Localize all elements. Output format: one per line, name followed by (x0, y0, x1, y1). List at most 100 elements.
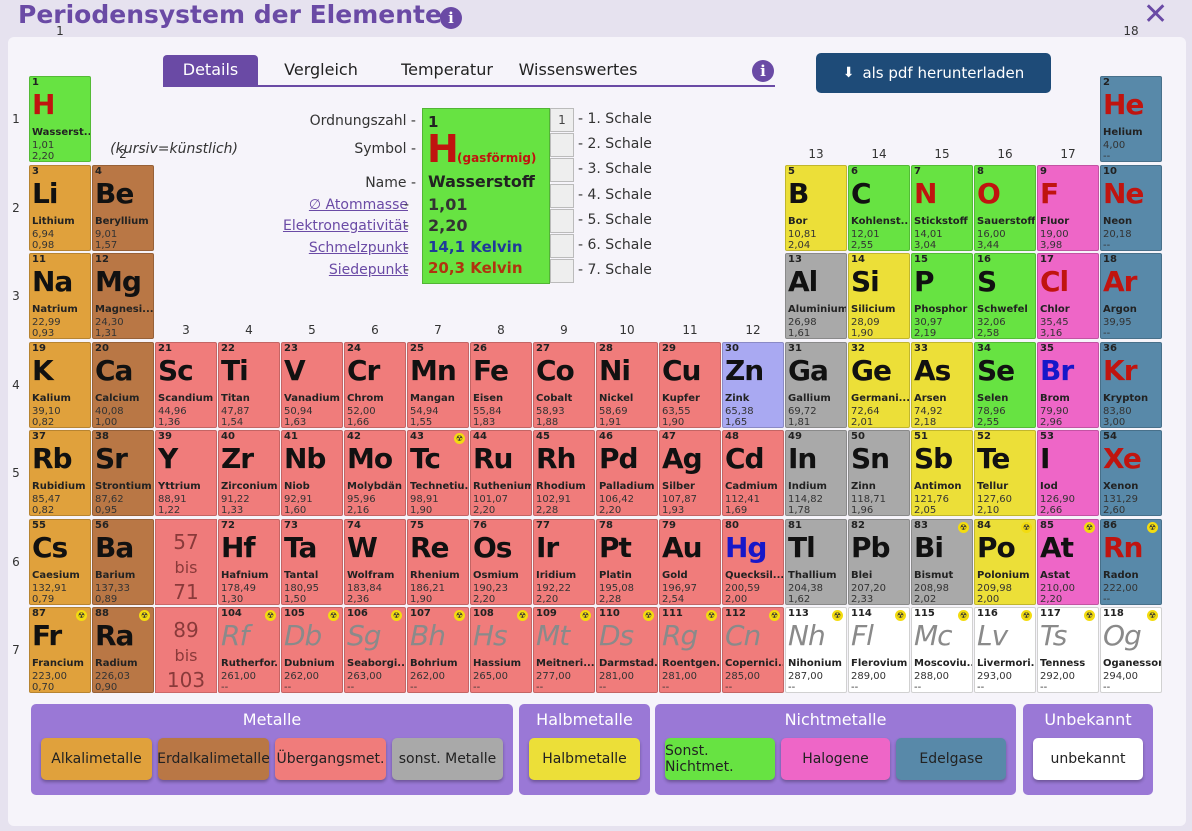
element-cell[interactable]: 9 F Fluor 19,00 3,98 (1037, 164, 1099, 251)
element-cell[interactable]: 38 Sr Strontium 87,62 0,95 (92, 430, 154, 516)
element-cell[interactable]: 32 Ge Germani... 72,64 2,01 (848, 341, 910, 428)
element-cell[interactable]: 76 Os Osmium 190,23 2,20 (470, 518, 532, 605)
element-cell[interactable]: 31 Ga Gallium 69,72 1,81 (785, 341, 847, 428)
series-placeholder[interactable]: 89 bis 103 (155, 607, 217, 693)
element-cell[interactable]: 26 Fe Eisen 55,84 1,83 (470, 341, 532, 428)
element-cell[interactable]: 18 Ar Argon 39,95 -- (1100, 253, 1162, 339)
label-atommasse[interactable]: ∅ Atommasse (198, 197, 408, 213)
element-cell[interactable]: 6 C Kohlenst... 12,01 2,55 (848, 164, 910, 251)
element-cell[interactable]: 117 Ts Tenness 292,00 -- ☢ (1037, 607, 1099, 693)
info-icon[interactable]: i (440, 7, 462, 29)
element-cell[interactable]: 115 Mc Moscoviu... 288,00 -- ☢ (911, 607, 973, 693)
tab-wissenswertes[interactable]: Wissenswertes (515, 55, 641, 85)
element-cell[interactable]: 21 Sc Scandium 44,96 1,36 (155, 341, 217, 428)
element-cell[interactable]: 55 Cs Caesium 132,91 0,79 (29, 518, 91, 605)
element-cell[interactable]: 4 Be Beryllium 9,01 1,57 (92, 164, 154, 251)
element-cell[interactable]: 28 Ni Nickel 58,69 1,91 (596, 341, 658, 428)
element-cell[interactable]: 49 In Indium 114,82 1,78 (785, 430, 847, 516)
element-cell[interactable]: 77 Ir Iridium 192,22 2,20 (533, 518, 595, 605)
element-cell[interactable]: 73 Ta Tantal 180,95 1,50 (281, 518, 343, 605)
element-cell[interactable]: 81 Tl Thallium 204,38 1,62 (785, 518, 847, 605)
element-cell[interactable]: 84 Po Polonium 209,98 2,00 ☢ (974, 518, 1036, 605)
element-cell[interactable]: 107 Bh Bohrium 262,00 -- ☢ (407, 607, 469, 693)
tab-temperatur[interactable]: Temperatur (379, 55, 515, 85)
element-cell[interactable]: 8 O Sauerstoff 16,00 3,44 (974, 164, 1036, 251)
element-cell[interactable]: 104 Rf Rutherfor... 261,00 -- ☢ (218, 607, 280, 693)
legend-button[interactable]: unbekannt (1033, 738, 1143, 780)
element-cell[interactable]: 11 Na Natrium 22,99 0,93 (29, 253, 91, 339)
element-cell[interactable]: 109 Mt Meitneri... 277,00 -- ☢ (533, 607, 595, 693)
element-cell[interactable]: 105 Db Dubnium 262,00 -- ☢ (281, 607, 343, 693)
legend-button[interactable]: Edelgase (896, 738, 1006, 780)
legend-button[interactable]: sonst. Metalle (392, 738, 503, 780)
element-cell[interactable]: 3 Li Lithium 6,94 0,98 (29, 164, 91, 251)
element-cell[interactable]: 86 Rn Radon 222,00 -- ☢ (1100, 518, 1162, 605)
element-cell[interactable]: 43Tc Technetiu... 98,911,90 ☢ (407, 430, 469, 516)
element-cell[interactable]: 56 Ba Barium 137,33 0,89 (92, 518, 154, 605)
element-cell[interactable]: 51 Sb Antimon 121,76 2,05 (911, 430, 973, 516)
element-cell[interactable]: 14 Si Silicium 28,09 1,90 (848, 253, 910, 339)
element-cell[interactable]: 116 Lv Livermori... 293,00 -- ☢ (974, 607, 1036, 693)
element-cell[interactable]: 12 Mg Magnesi... 24,30 1,31 (92, 253, 154, 339)
element-cell[interactable]: 80 Hg Quecksil... 200,59 2,00 (722, 518, 784, 605)
legend-button[interactable]: Alkalimetalle (41, 738, 152, 780)
element-cell[interactable]: 106 Sg Seaborgi... 263,00 -- ☢ (344, 607, 406, 693)
tab-details[interactable]: Details (163, 55, 258, 85)
element-cell[interactable]: 37 Rb Rubidium 85,47 0,82 (29, 430, 91, 516)
label-siedepunkt[interactable]: Siedepunkt (198, 262, 408, 278)
element-cell[interactable]: 46 Pd Palladium 106,42 2,20 (596, 430, 658, 516)
element-cell[interactable]: 113 Nh Nihonium 287,00 -- ☢ (785, 607, 847, 693)
element-cell[interactable]: 88 Ra Radium 226,03 0,90 ☢ (92, 607, 154, 693)
element-cell[interactable]: 30 Zn Zink 65,38 1,65 (722, 341, 784, 428)
element-cell[interactable]: 39 Y Yttrium 88,91 1,22 (155, 430, 217, 516)
element-cell[interactable]: 16 S Schwefel 32,06 2,58 (974, 253, 1036, 339)
element-cell[interactable]: 72 Hf Hafnium 178,49 1,30 (218, 518, 280, 605)
element-cell[interactable]: 10 Ne Neon 20,18 -- (1100, 164, 1162, 251)
legend-button[interactable]: Sonst. Nichtmet. (665, 738, 775, 780)
legend-button[interactable]: Übergangsmet. (275, 738, 386, 780)
download-pdf-button[interactable]: ⬇ als pdf herunterladen (816, 53, 1051, 93)
element-cell[interactable]: 118 Og Oganesson 294,00 -- ☢ (1100, 607, 1162, 693)
element-cell[interactable]: 53 I Iod 126,90 2,66 (1037, 430, 1099, 516)
element-cell[interactable]: 5 B Bor 10,81 2,04 (785, 164, 847, 251)
element-cell[interactable]: 110Ds Darmstad... 281,00-- ☢ (596, 607, 658, 693)
element-cell[interactable]: 54 Xe Xenon 131,29 2,60 (1100, 430, 1162, 516)
element-cell[interactable]: 36 Kr Krypton 83,80 3,00 (1100, 341, 1162, 428)
element-cell[interactable]: 45 Rh Rhodium 102,91 2,28 (533, 430, 595, 516)
element-cell[interactable]: 44 Ru Ruthenium 101,07 2,20 (470, 430, 532, 516)
element-cell[interactable]: 35 Br Brom 79,90 2,96 (1037, 341, 1099, 428)
element-cell[interactable]: 40 Zr Zirconium 91,22 1,33 (218, 430, 280, 516)
tab-vergleich[interactable]: Vergleich (263, 55, 379, 85)
element-cell[interactable]: 19 K Kalium 39,10 0,82 (29, 341, 91, 428)
element-cell[interactable]: 114 Fl Flerovium 289,00 -- ☢ (848, 607, 910, 693)
legend-button[interactable]: Halogene (780, 738, 891, 780)
legend-button[interactable]: Halbmetalle (529, 738, 640, 780)
element-cell[interactable]: 74 W Wolfram 183,84 2,36 (344, 518, 406, 605)
element-cell[interactable]: 87 Fr Francium 223,00 0,70 ☢ (29, 607, 91, 693)
element-cell[interactable]: 7 N Stickstoff 14,01 3,04 (911, 164, 973, 251)
element-cell[interactable]: 22 Ti Titan 47,87 1,54 (218, 341, 280, 428)
element-cell[interactable]: 41 Nb Niob 92,91 1,60 (281, 430, 343, 516)
element-cell[interactable]: 83 Bi Bismut 208,98 2,02 ☢ (911, 518, 973, 605)
element-cell[interactable]: 24 Cr Chrom 52,00 1,66 (344, 341, 406, 428)
element-cell[interactable]: 50 Sn Zinn 118,71 1,96 (848, 430, 910, 516)
element-cell[interactable]: 82 Pb Blei 207,20 2,33 (848, 518, 910, 605)
element-cell[interactable]: 34 Se Selen 78,96 2,55 (974, 341, 1036, 428)
element-cell[interactable]: 42 Mo Molybdän 95,96 2,16 (344, 430, 406, 516)
tab-info-icon[interactable]: i (752, 60, 774, 82)
element-cell[interactable]: 20 Ca Calcium 40,08 1,00 (92, 341, 154, 428)
label-schmelzpunkt[interactable]: Schmelzpunkt (198, 240, 408, 256)
element-cell[interactable]: 108 Hs Hassium 265,00 -- ☢ (470, 607, 532, 693)
element-cell[interactable]: 15 P Phosphor 30,97 2,19 (911, 253, 973, 339)
element-cell[interactable]: 2 He Helium 4,00 -- (1100, 76, 1162, 162)
element-cell[interactable]: 29 Cu Kupfer 63,55 1,90 (659, 341, 721, 428)
element-cell[interactable]: 85 At Astat 210,00 2,20 ☢ (1037, 518, 1099, 605)
series-placeholder[interactable]: 57 bis 71 (155, 518, 217, 605)
element-cell[interactable]: 111Rg Roentgen... 281,00-- ☢ (659, 607, 721, 693)
legend-button[interactable]: Erdalkalimetalle (157, 738, 270, 780)
element-cell[interactable]: 52 Te Tellur 127,60 2,10 (974, 430, 1036, 516)
element-cell[interactable]: 112 Cn Copernici... 285,00 -- ☢ (722, 607, 784, 693)
element-cell[interactable]: 17 Cl Chlor 35,45 3,16 (1037, 253, 1099, 339)
element-cell[interactable]: 75 Re Rhenium 186,21 1,90 (407, 518, 469, 605)
element-cell[interactable]: 47 Ag Silber 107,87 1,93 (659, 430, 721, 516)
